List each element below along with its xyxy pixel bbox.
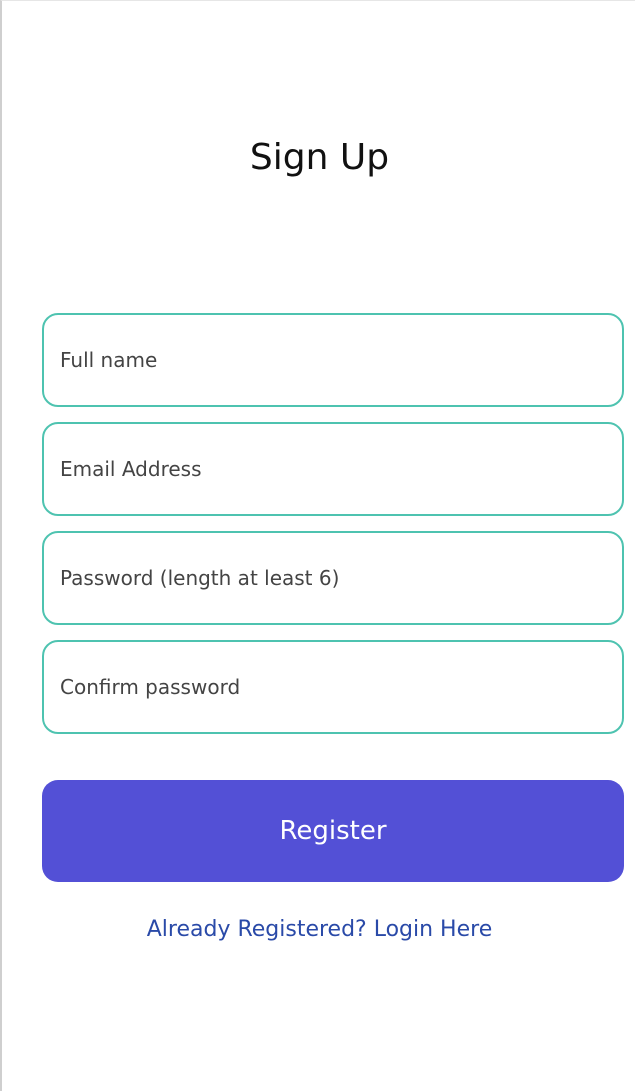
signup-screen: Sign Up Register Already Registered? Log…: [0, 0, 635, 1091]
email-field-container[interactable]: [42, 422, 624, 516]
confirm-password-field-container[interactable]: [42, 640, 624, 734]
email-input[interactable]: [58, 456, 622, 482]
signup-form: [42, 313, 624, 749]
password-field-container[interactable]: [42, 531, 624, 625]
login-link[interactable]: Already Registered? Login Here: [2, 917, 635, 942]
full-name-input[interactable]: [58, 347, 622, 373]
register-button[interactable]: Register: [42, 780, 624, 882]
password-input[interactable]: [58, 565, 622, 591]
confirm-password-input[interactable]: [58, 674, 622, 700]
full-name-field-container[interactable]: [42, 313, 624, 407]
page-title: Sign Up: [249, 137, 390, 178]
